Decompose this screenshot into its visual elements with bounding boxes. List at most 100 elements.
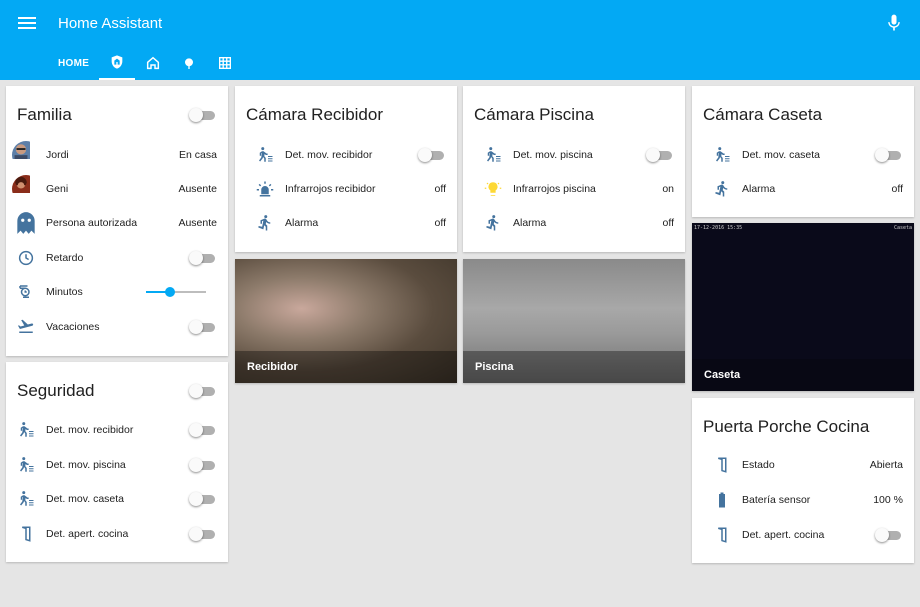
list-item: Minutos xyxy=(6,275,228,309)
entity-state: Ausente xyxy=(178,217,217,229)
entity-name: Det. mov. piscina xyxy=(46,459,126,471)
view-tabs: HOME xyxy=(48,46,243,80)
card-title: Familia xyxy=(17,105,72,124)
entity-toggle[interactable] xyxy=(189,527,217,541)
alarm-light-icon xyxy=(256,181,274,197)
entity-name: Det. apert. cocina xyxy=(742,529,825,541)
camera-timestamp-time: 17-12-2016 15:35 xyxy=(694,225,743,231)
camera-image-caseta[interactable]: 17-12-2016 15:35 Caseta Caseta xyxy=(692,223,914,391)
list-item: Det. apert. cocina xyxy=(6,517,228,551)
list-item: Det. mov. caseta xyxy=(6,482,228,516)
camera-caption: Recibidor xyxy=(235,351,457,383)
motion-sensor-icon xyxy=(259,147,273,162)
entity-name: Det. mov. piscina xyxy=(513,149,593,161)
tab-garden[interactable] xyxy=(171,46,207,80)
list-item[interactable]: Jordi En casa xyxy=(6,138,228,172)
motion-sensor-icon xyxy=(20,491,34,506)
entity-name: Alarma xyxy=(285,217,319,229)
camara-caseta-card: Cámara Caseta Det. mov. caseta Alarma of… xyxy=(692,86,914,217)
list-item[interactable]: Estado Abierta xyxy=(692,448,914,482)
entity-state: Ausente xyxy=(178,183,217,195)
entity-toggle[interactable] xyxy=(418,148,446,162)
list-item[interactable]: Alarma off xyxy=(692,172,914,206)
list-item: Det. mov. piscina xyxy=(6,448,228,482)
card-title: Cámara Recibidor xyxy=(246,105,383,124)
entity-toggle[interactable] xyxy=(875,148,903,162)
card-title: Seguridad xyxy=(17,381,95,400)
lightbulb-icon xyxy=(484,182,502,196)
tab-home[interactable]: HOME xyxy=(48,46,99,80)
avatar-geni xyxy=(12,175,40,203)
entity-toggle[interactable] xyxy=(875,528,903,542)
seguridad-toggle[interactable] xyxy=(189,384,217,398)
motion-sensor-icon xyxy=(716,147,730,162)
entity-name: Vacaciones xyxy=(46,321,100,333)
airplane-takeoff-icon xyxy=(17,319,34,333)
camera-image-recibidor[interactable]: Recibidor xyxy=(235,259,457,383)
menu-icon[interactable] xyxy=(18,14,36,30)
home-outline-icon xyxy=(147,56,160,70)
puerta-card: Puerta Porche Cocina Estado Abierta Bate… xyxy=(692,398,914,563)
entity-toggle[interactable] xyxy=(189,458,217,472)
list-item: Vacaciones xyxy=(6,310,228,344)
entity-toggle[interactable] xyxy=(189,492,217,506)
ghost-icon xyxy=(17,212,35,234)
list-item: Det. apert. cocina xyxy=(692,518,914,552)
card-title: Cámara Caseta xyxy=(703,105,823,124)
card-title: Puerta Porche Cocina xyxy=(703,417,870,436)
list-item[interactable]: Infrarrojos piscina on xyxy=(463,172,685,206)
list-item[interactable]: Infrarrojos recibidor off xyxy=(235,172,457,206)
clock-icon xyxy=(18,250,34,266)
entity-state: off xyxy=(434,217,446,229)
timer-icon xyxy=(19,285,30,298)
list-item[interactable]: Persona autorizada Ausente xyxy=(6,206,228,240)
tab-grid[interactable] xyxy=(207,46,243,80)
shield-home-icon xyxy=(111,55,123,69)
list-item: Det. mov. caseta xyxy=(692,138,914,172)
camera-image-piscina[interactable]: Piscina xyxy=(463,259,685,383)
list-item[interactable]: Geni Ausente xyxy=(6,172,228,206)
entity-state: off xyxy=(891,183,903,195)
entity-name: Geni xyxy=(46,183,69,195)
entity-name: Alarma xyxy=(513,217,547,229)
avatar-jordi xyxy=(12,141,40,169)
entity-name: Retardo xyxy=(46,252,84,264)
list-item[interactable]: Batería sensor 100 % xyxy=(692,483,914,517)
familia-toggle[interactable] xyxy=(189,108,217,122)
entity-name: Batería sensor xyxy=(742,494,811,506)
entity-toggle[interactable] xyxy=(646,148,674,162)
motion-sensor-icon xyxy=(487,147,501,162)
tree-icon xyxy=(185,58,194,69)
vacaciones-toggle[interactable] xyxy=(189,320,217,334)
entity-name: Minutos xyxy=(46,286,83,298)
list-item: Det. mov. piscina xyxy=(463,138,685,172)
motion-sensor-icon xyxy=(20,422,34,437)
entity-state: on xyxy=(662,183,674,195)
camera-caption: Piscina xyxy=(463,351,685,383)
camara-piscina-card: Cámara Piscina Det. mov. piscina Infrarr… xyxy=(463,86,685,252)
list-item[interactable]: Alarma off xyxy=(235,206,457,240)
list-item: Det. mov. recibidor xyxy=(235,138,457,172)
list-item[interactable]: Alarma off xyxy=(463,206,685,240)
entity-name: Persona autorizada xyxy=(46,217,138,229)
entity-name: Det. mov. caseta xyxy=(46,493,125,505)
entity-state: Abierta xyxy=(869,459,903,471)
battery-icon xyxy=(719,492,725,508)
retardo-toggle[interactable] xyxy=(189,251,217,265)
tab-house[interactable] xyxy=(135,46,171,80)
entity-name: Infrarrojos recibidor xyxy=(285,183,376,195)
entity-name: Jordi xyxy=(46,149,69,161)
door-icon xyxy=(718,457,727,473)
microphone-icon[interactable] xyxy=(884,12,904,34)
minutos-slider[interactable] xyxy=(146,285,206,299)
entity-name: Det. mov. recibidor xyxy=(285,149,373,161)
walk-icon xyxy=(715,181,728,197)
entity-toggle[interactable] xyxy=(189,423,217,437)
camera-caption: Caseta xyxy=(692,359,914,391)
tab-security[interactable] xyxy=(99,46,136,80)
list-item: Retardo xyxy=(6,241,228,275)
camera-timestamp-label: Caseta xyxy=(893,225,912,231)
grid-icon xyxy=(219,57,232,69)
entity-name: Alarma xyxy=(742,183,776,195)
seguridad-card: Seguridad Det. mov. recibidor Det. mov. … xyxy=(6,362,228,562)
